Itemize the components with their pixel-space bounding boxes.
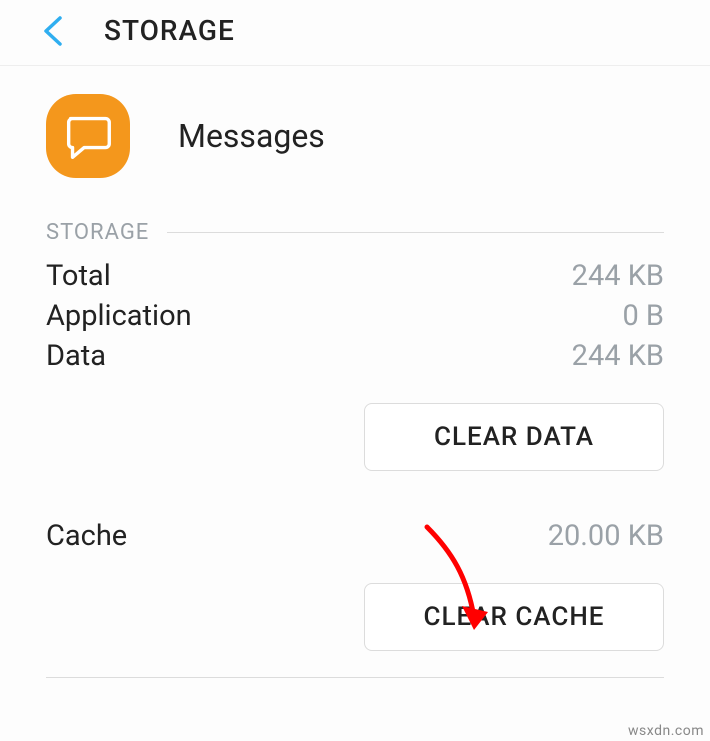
clear-cache-button[interactable]: CLEAR CACHE: [364, 583, 664, 651]
app-info-row: Messages: [0, 66, 710, 220]
divider: [167, 232, 664, 233]
clear-cache-row: CLEAR CACHE: [46, 559, 664, 651]
cache-row: Cache 20.00 KB: [46, 519, 664, 553]
row-val: 0 B: [622, 299, 664, 333]
messages-app-icon: [46, 94, 130, 178]
row-key: Data: [46, 339, 106, 373]
row-val: 244 KB: [572, 259, 664, 293]
watermark: wsxdn.com: [628, 723, 704, 739]
storage-section: STORAGE Total 244 KB Application 0 B Dat…: [0, 220, 710, 471]
row-val: 244 KB: [572, 339, 664, 373]
storage-row-data: Data 244 KB: [46, 339, 664, 373]
cache-section: Cache 20.00 KB CLEAR CACHE: [0, 519, 710, 651]
section-label: STORAGE: [46, 220, 149, 245]
clear-data-button[interactable]: CLEAR DATA: [364, 403, 664, 471]
storage-row-application: Application 0 B: [46, 299, 664, 333]
back-icon[interactable]: [42, 16, 64, 46]
storage-row-total: Total 244 KB: [46, 259, 664, 293]
row-key: Total: [46, 259, 111, 293]
divider: [46, 677, 664, 678]
app-name: Messages: [178, 117, 325, 155]
clear-data-row: CLEAR DATA: [46, 379, 664, 471]
row-key: Application: [46, 299, 192, 333]
row-val: 20.00 KB: [548, 519, 664, 553]
row-key: Cache: [46, 519, 127, 553]
page-title: STORAGE: [104, 14, 235, 47]
app-header: STORAGE: [0, 0, 710, 66]
section-header: STORAGE: [46, 220, 664, 245]
